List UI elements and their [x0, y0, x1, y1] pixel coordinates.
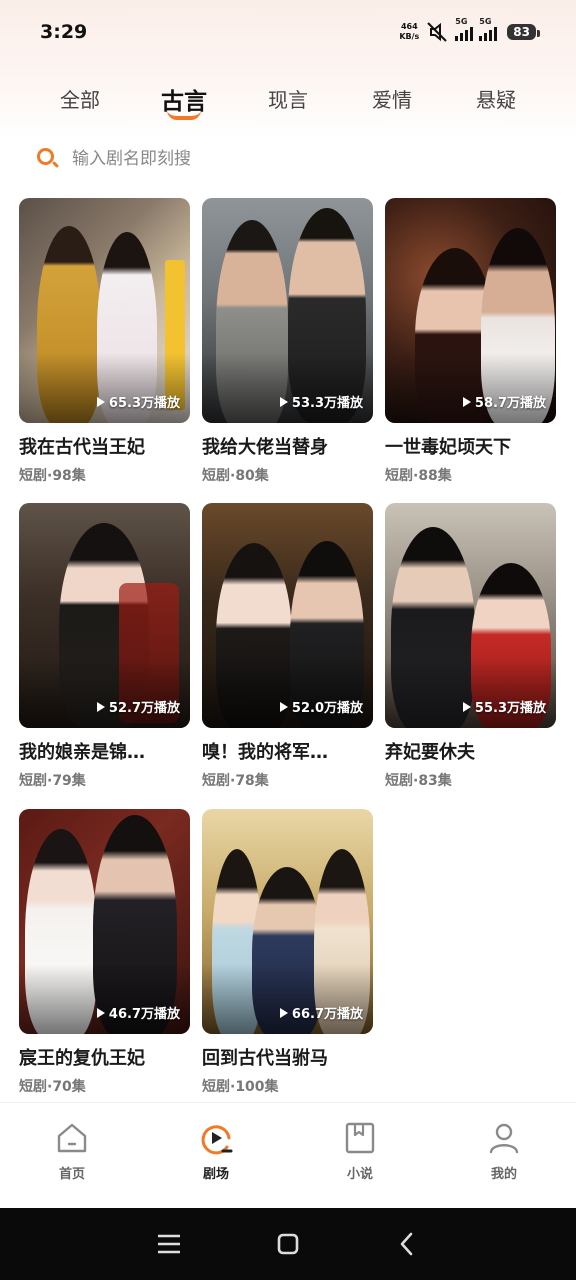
- home-button-icon[interactable]: [268, 1224, 308, 1264]
- drama-episodes: 短剧·88集: [385, 468, 452, 484]
- drama-poster[interactable]: 55.3万播放: [385, 503, 556, 728]
- play-count-text: 58.7万播放: [474, 396, 546, 411]
- nav-label: 我的: [490, 1167, 517, 1182]
- drama-title: 我的娘亲是锦…: [19, 742, 145, 763]
- active-tab-indicator: [167, 110, 201, 120]
- drama-title: 嗅！我的将军…: [202, 742, 328, 763]
- drama-poster[interactable]: 65.3万播放: [19, 198, 190, 423]
- play-count: 53.3万播放: [279, 392, 363, 411]
- play-count-text: 52.7万播放: [108, 701, 180, 716]
- play-icon: [279, 1007, 288, 1018]
- tab-all[interactable]: 全部: [40, 74, 120, 124]
- nav-profile[interactable]: 我的: [464, 1121, 544, 1182]
- network-speed-value: 464: [400, 22, 418, 31]
- nav-label: 剧场: [202, 1167, 229, 1182]
- book-icon: [345, 1122, 375, 1154]
- bottom-navigation: 首页 剧场 小说 我的: [0, 1102, 576, 1202]
- tab-label: 悬疑: [476, 88, 516, 112]
- drama-card[interactable]: 58.7万播放 一世毒妃顷天下 短剧·88集: [385, 198, 556, 485]
- drama-episodes: 短剧·98集: [19, 468, 86, 484]
- system-navigation-bar: [0, 1208, 576, 1280]
- tab-mystery[interactable]: 悬疑: [456, 74, 536, 124]
- drama-title: 宸王的复仇王妃: [19, 1048, 145, 1069]
- drama-card[interactable]: 46.7万播放 宸王的复仇王妃 短剧·70集: [19, 809, 190, 1096]
- drama-card[interactable]: 53.3万播放 我给大佬当替身 短剧·80集: [202, 198, 373, 485]
- signal-sim1-icon: 5G: [455, 17, 474, 41]
- play-count: 66.7万播放: [279, 1003, 363, 1022]
- play-circle-icon: [201, 1125, 233, 1155]
- tab-ancient[interactable]: 古言: [144, 74, 224, 124]
- menu-icon[interactable]: [149, 1224, 189, 1264]
- play-count: 52.0万播放: [279, 697, 363, 716]
- play-count: 55.3万播放: [462, 697, 546, 716]
- nav-label: 首页: [58, 1167, 85, 1182]
- tab-label: 爱情: [372, 88, 412, 112]
- drama-card[interactable]: 55.3万播放 弃妃要休夫 短剧·83集: [385, 503, 556, 790]
- drama-episodes: 短剧·80集: [202, 468, 269, 484]
- search-icon: [36, 147, 60, 171]
- play-count: 46.7万播放: [96, 1003, 180, 1022]
- play-icon: [96, 701, 105, 712]
- drama-poster[interactable]: 46.7万播放: [19, 809, 190, 1034]
- play-icon: [462, 396, 471, 407]
- status-time: 3:29: [40, 21, 88, 43]
- drama-episodes: 短剧·70集: [19, 1079, 86, 1095]
- play-count: 52.7万播放: [96, 697, 180, 716]
- category-tabs: 全部 古言 现言 爱情 悬疑: [0, 74, 576, 124]
- drama-card[interactable]: 66.7万播放 回到古代当驸马 短剧·100集: [202, 809, 373, 1096]
- tab-label: 现言: [268, 88, 308, 112]
- nav-theater[interactable]: 剧场: [176, 1121, 256, 1182]
- signal-sim2-icon: 5G: [479, 17, 498, 41]
- home-icon: [57, 1123, 87, 1153]
- play-count: 65.3万播放: [96, 392, 180, 411]
- drama-title: 一世毒妃顷天下: [385, 437, 511, 458]
- play-icon: [96, 1007, 105, 1018]
- tab-label: 全部: [60, 88, 100, 112]
- battery-indicator: 83: [507, 24, 540, 40]
- play-count-text: 55.3万播放: [474, 701, 546, 716]
- drama-poster[interactable]: 53.3万播放: [202, 198, 373, 423]
- play-icon: [462, 701, 471, 712]
- play-icon: [279, 396, 288, 407]
- drama-episodes: 短剧·83集: [385, 773, 452, 789]
- drama-title: 弃妃要休夫: [385, 742, 475, 763]
- drama-poster[interactable]: 58.7万播放: [385, 198, 556, 423]
- nav-novel[interactable]: 小说: [320, 1121, 400, 1182]
- mute-icon: [427, 22, 448, 42]
- play-count-text: 65.3万播放: [108, 396, 180, 411]
- drama-poster[interactable]: 52.0万播放: [202, 503, 373, 728]
- search-bar[interactable]: [36, 144, 372, 174]
- tab-romance[interactable]: 爱情: [352, 74, 432, 124]
- play-icon: [96, 396, 105, 407]
- network-speed-unit: KB/s: [399, 32, 420, 41]
- search-input[interactable]: [72, 149, 372, 169]
- back-icon[interactable]: [387, 1224, 427, 1264]
- nav-home[interactable]: 首页: [32, 1121, 112, 1182]
- sim1-label: 5G: [455, 17, 468, 26]
- play-count-text: 66.7万播放: [291, 1007, 363, 1022]
- drama-title: 回到古代当驸马: [202, 1048, 328, 1069]
- drama-card[interactable]: 52.7万播放 我的娘亲是锦… 短剧·79集: [19, 503, 190, 790]
- drama-episodes: 短剧·79集: [19, 773, 86, 789]
- drama-episodes: 短剧·78集: [202, 773, 269, 789]
- play-count-text: 46.7万播放: [108, 1007, 180, 1022]
- status-bar: 3:29 464 KB/s 5G 5G 83: [0, 0, 576, 64]
- drama-poster[interactable]: 52.7万播放: [19, 503, 190, 728]
- drama-poster[interactable]: 66.7万播放: [202, 809, 373, 1034]
- drama-episodes: 短剧·100集: [202, 1079, 279, 1095]
- drama-card[interactable]: 65.3万播放 我在古代当王妃 短剧·98集: [19, 198, 190, 485]
- tab-modern[interactable]: 现言: [248, 74, 328, 124]
- drama-card[interactable]: 52.0万播放 嗅！我的将军… 短剧·78集: [202, 503, 373, 790]
- network-speed: 464 KB/s: [399, 22, 419, 42]
- play-count: 58.7万播放: [462, 392, 546, 411]
- sim2-label: 5G: [479, 17, 492, 26]
- status-icons: 464 KB/s 5G 5G 83: [399, 17, 540, 43]
- drama-title: 我在古代当王妃: [19, 437, 145, 458]
- nav-label: 小说: [346, 1167, 373, 1182]
- play-count-text: 53.3万播放: [291, 396, 363, 411]
- play-icon: [279, 701, 288, 712]
- play-count-text: 52.0万播放: [291, 701, 363, 716]
- user-icon: [489, 1123, 519, 1154]
- drama-title: 我给大佬当替身: [202, 437, 328, 458]
